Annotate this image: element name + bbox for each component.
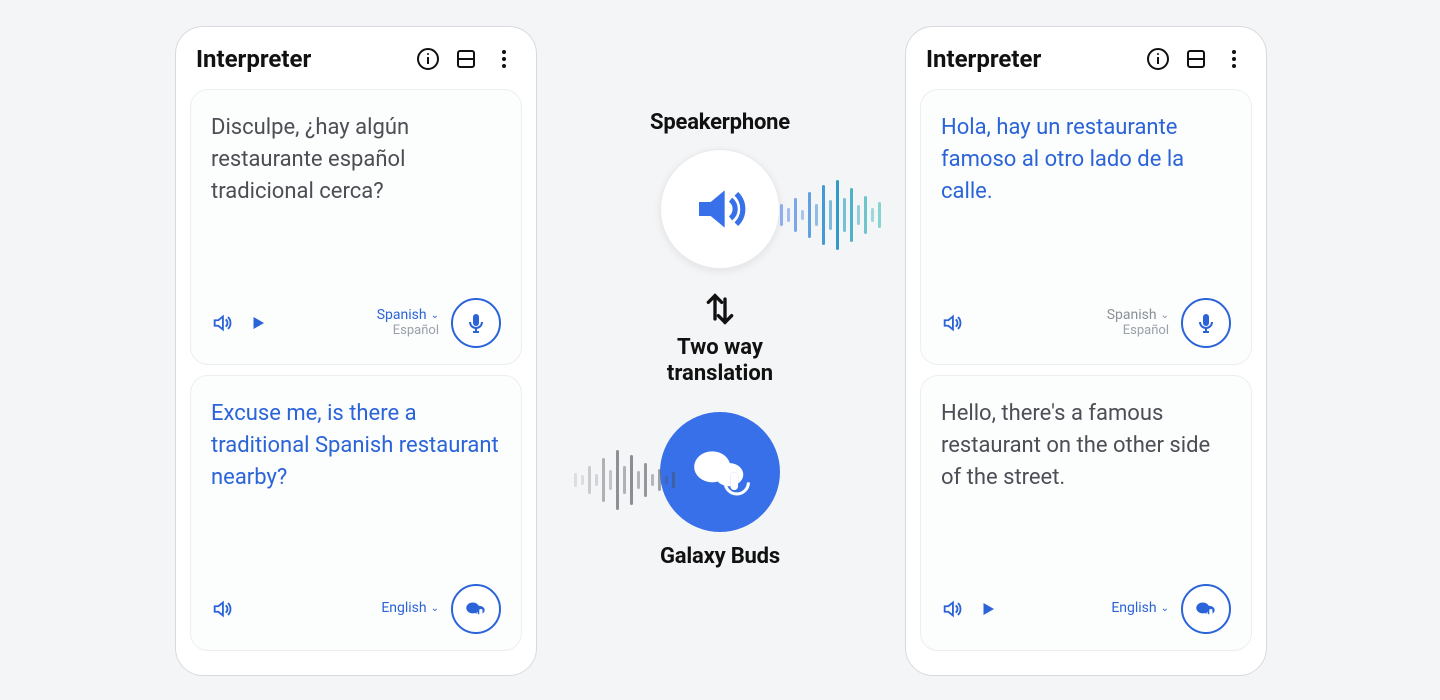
titlebar-icons <box>416 47 516 71</box>
window-layout-icon[interactable] <box>1184 47 1208 71</box>
language-primary: English <box>1111 601 1156 616</box>
mic-button-top[interactable] <box>1181 298 1231 348</box>
translation-card: Excuse me, is there a traditional Spanis… <box>190 375 522 651</box>
language-primary: English <box>381 601 426 616</box>
source-bar: Spanish ⌄ Español <box>211 298 501 348</box>
source-card: Hola, hay un restaurante famoso al otro … <box>920 89 1252 365</box>
info-icon[interactable] <box>416 47 440 71</box>
translation-bar: English ⌄ <box>211 584 501 634</box>
source-bar: Spanish ⌄ Español <box>941 298 1231 348</box>
chevron-down-icon: ⌄ <box>431 603 439 614</box>
more-icon[interactable] <box>1222 47 1246 71</box>
speaker-icon[interactable] <box>941 312 963 334</box>
language-secondary: Español <box>1123 324 1169 338</box>
language-primary: Spanish <box>1107 308 1157 323</box>
chevron-down-icon: ⌄ <box>1161 603 1169 614</box>
more-icon[interactable] <box>492 47 516 71</box>
chevron-down-icon: ⌄ <box>1161 310 1169 321</box>
phone-left: Interpreter Disculpe, ¿hay algún restaur… <box>175 26 537 676</box>
speakerphone-circle <box>660 149 780 269</box>
buds-icon <box>689 441 751 503</box>
speaker-icon[interactable] <box>941 598 963 620</box>
speakerphone-label: Speakerphone <box>560 110 880 135</box>
language-secondary: Español <box>393 324 439 338</box>
translation-card: Hello, there's a famous restaurant on th… <box>920 375 1252 651</box>
app-title: Interpreter <box>926 45 1041 73</box>
source-text: Disculpe, ¿hay algún restaurante español… <box>211 112 501 208</box>
language-selector-bottom[interactable]: English ⌄ <box>1111 601 1169 616</box>
two-way-label-line1: Two way <box>560 335 880 361</box>
phone-right: Interpreter Hola, hay un restaurante fam… <box>905 26 1267 676</box>
titlebar: Interpreter <box>190 45 522 89</box>
swap-arrows-icon <box>700 289 740 329</box>
waveform-gray <box>574 450 675 510</box>
play-icon[interactable] <box>247 312 269 334</box>
app-title: Interpreter <box>196 45 311 73</box>
buds-mic-button[interactable] <box>451 584 501 634</box>
play-icon[interactable] <box>977 598 999 620</box>
buds-circle <box>660 412 780 532</box>
window-layout-icon[interactable] <box>454 47 478 71</box>
source-text: Hola, hay un restaurante famoso al otro … <box>941 112 1231 208</box>
titlebar: Interpreter <box>920 45 1252 89</box>
speakerphone-icon <box>692 181 748 237</box>
mic-button-top[interactable] <box>451 298 501 348</box>
buds-mic-button[interactable] <box>1181 584 1231 634</box>
translation-bar: English ⌄ <box>941 584 1231 634</box>
language-selector-top[interactable]: Spanish ⌄ Español <box>1107 308 1169 338</box>
chevron-down-icon: ⌄ <box>431 310 439 321</box>
language-primary: Spanish <box>377 308 427 323</box>
language-selector-bottom[interactable]: English ⌄ <box>381 601 439 616</box>
translation-text: Excuse me, is there a traditional Spanis… <box>211 398 501 494</box>
titlebar-icons <box>1146 47 1246 71</box>
buds-label: Galaxy Buds <box>560 544 880 569</box>
language-selector-top[interactable]: Spanish ⌄ Español <box>377 308 439 338</box>
two-way-label-line2: translation <box>560 361 880 387</box>
waveform-teal <box>780 180 881 250</box>
speaker-icon[interactable] <box>211 598 233 620</box>
source-card: Disculpe, ¿hay algún restaurante español… <box>190 89 522 365</box>
translation-text: Hello, there's a famous restaurant on th… <box>941 398 1231 494</box>
info-icon[interactable] <box>1146 47 1170 71</box>
speaker-icon[interactable] <box>211 312 233 334</box>
